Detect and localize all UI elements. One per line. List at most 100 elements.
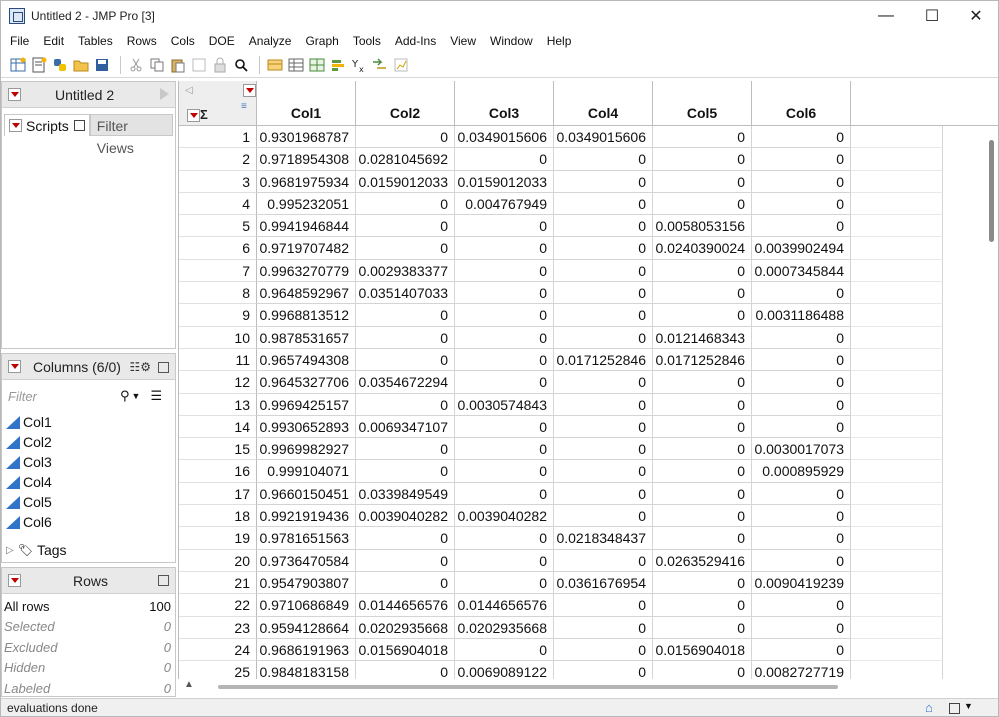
table-cell[interactable]: 0 [455,371,554,394]
menu-rows[interactable]: Rows [120,31,164,51]
rows-header-red-triangle-icon[interactable] [187,109,200,122]
table-cell[interactable]: 0.0069347107 [356,415,455,439]
column-list-item[interactable]: Col2 [4,432,173,452]
table-cell[interactable]: 0.0218348437 [554,527,653,550]
table-cell[interactable]: 0 [455,482,554,506]
row-number[interactable]: 2 [179,148,257,171]
table-cell[interactable]: 0 [653,126,752,149]
table-cell[interactable]: 0 [653,527,752,550]
table-cell[interactable]: 0.9941946844 [257,215,356,238]
menu-add-ins[interactable]: Add-Ins [388,31,443,51]
column-list-item[interactable]: Col6 [4,512,173,532]
column-header[interactable]: Col4 [554,81,653,126]
table-cell[interactable]: 0.9968813512 [257,304,356,327]
table-cell[interactable]: 0.004767949 [455,192,554,216]
row-number[interactable]: 10 [179,326,257,349]
table-cell[interactable]: 0 [752,170,851,193]
chevron-down-icon[interactable]: ▼ [132,391,141,401]
table-cell[interactable]: 0 [752,326,851,349]
table-cell[interactable]: 0.9648592967 [257,282,356,305]
table-cell[interactable]: 0.9719707482 [257,237,356,260]
table-cell[interactable]: 0 [554,192,653,216]
table-cell[interactable]: 0 [752,527,851,550]
row-stat-all[interactable]: All rows 100 [4,596,173,617]
column-header[interactable]: Col2 [356,81,455,126]
table-cell[interactable]: 0.0202935668 [455,616,554,639]
menu-doe[interactable]: DOE [202,31,242,51]
copy-with-headers-icon[interactable] [190,57,208,73]
table-cell[interactable]: 0 [653,571,752,595]
paste-icon[interactable] [169,57,187,73]
table-cell[interactable]: 0 [653,192,752,216]
column-header[interactable]: Col1 [257,81,356,126]
fit-y-by-x-icon[interactable]: Yx [350,57,368,73]
table-cell[interactable]: 0.0039040282 [455,505,554,528]
chevron-right-icon[interactable]: ▷ [6,545,14,556]
table-cell[interactable]: 0 [554,259,653,283]
lock-icon[interactable] [211,57,229,73]
table-cell[interactable]: 0 [356,393,455,416]
table-cell[interactable]: 0 [356,438,455,461]
table-cell[interactable]: 0 [653,505,752,528]
menu-cols[interactable]: Cols [164,31,202,51]
table-cell[interactable]: 0.9301968787 [257,126,356,149]
table-cell[interactable]: 0 [752,126,851,149]
columns-header-red-triangle-icon[interactable] [243,84,256,97]
table-cell[interactable]: 0.0029383377 [356,259,455,283]
table-cell[interactable]: 0 [356,326,455,349]
jmp-app-icon[interactable] [9,8,25,24]
table-cell[interactable]: 0 [554,371,653,394]
table-cell[interactable]: 0 [356,460,455,483]
rows-red-triangle-icon[interactable] [8,574,21,587]
table-cell[interactable]: 0 [455,215,554,238]
row-number[interactable]: 15 [179,438,257,461]
close-button[interactable]: ✕ [953,1,998,31]
cut-icon[interactable] [127,57,145,73]
row-number[interactable]: 17 [179,482,257,506]
table-cell[interactable]: 0 [356,215,455,238]
table-cell[interactable]: 0.0030574843 [455,393,554,416]
chevron-down-icon[interactable]: ▼ [964,701,973,711]
table-cell[interactable]: 0.999104071 [257,460,356,483]
table-cell[interactable]: 0.9547903807 [257,571,356,595]
table-cell[interactable]: 0 [752,549,851,572]
scripts-checkbox[interactable] [73,120,85,131]
chevron-up-icon[interactable]: ▲ [184,679,194,690]
table-cell[interactable]: 0 [653,148,752,171]
table-cell[interactable]: 0.0281045692 [356,148,455,171]
table-cell[interactable]: 0 [554,616,653,639]
menu-analyze[interactable]: Analyze [242,31,299,51]
table-cell[interactable]: 0 [653,415,752,439]
menu-edit[interactable]: Edit [36,31,71,51]
table-cell[interactable]: 0 [554,282,653,305]
table-cell[interactable]: 0 [455,438,554,461]
table-cell[interactable]: 0.9657494308 [257,348,356,372]
open-icon[interactable] [72,57,90,73]
column-header[interactable]: Col5 [653,81,752,126]
table-cell[interactable]: 0 [653,304,752,327]
table-cell[interactable]: 0.0030017073 [752,438,851,461]
table-cell[interactable]: 0 [554,304,653,327]
table-cell[interactable]: 0.0349015606 [554,126,653,149]
table-cell[interactable]: 0 [554,326,653,349]
table-cell[interactable]: 0 [752,215,851,238]
window-view-icon[interactable] [949,703,960,714]
table-cell[interactable]: 0.0039902494 [752,237,851,260]
table-cell[interactable]: 0 [752,482,851,506]
filter-settings-icon[interactable]: ☰ [150,388,162,404]
table-cell[interactable]: 0 [455,304,554,327]
table-cell[interactable]: 0 [752,282,851,305]
row-stat-hidden[interactable]: Hidden 0 [4,658,173,679]
column-header[interactable]: Col6 [752,81,851,126]
table-cell[interactable]: 0.0007345844 [752,259,851,283]
table-cell[interactable]: 0 [554,460,653,483]
table-cell[interactable]: 0.0361676954 [554,571,653,595]
filter-views-tab[interactable]: Filter Views [89,114,173,156]
table-cell[interactable]: 0 [752,594,851,617]
column-header[interactable]: Col3 [455,81,554,126]
distribution-icon[interactable] [329,57,347,73]
tags-row[interactable]: ▷ 🏷 Tags [6,540,67,560]
table-cell[interactable]: 0.0202935668 [356,616,455,639]
table-cell[interactable]: 0.0058053156 [653,215,752,238]
table-cell[interactable]: 0 [752,348,851,372]
